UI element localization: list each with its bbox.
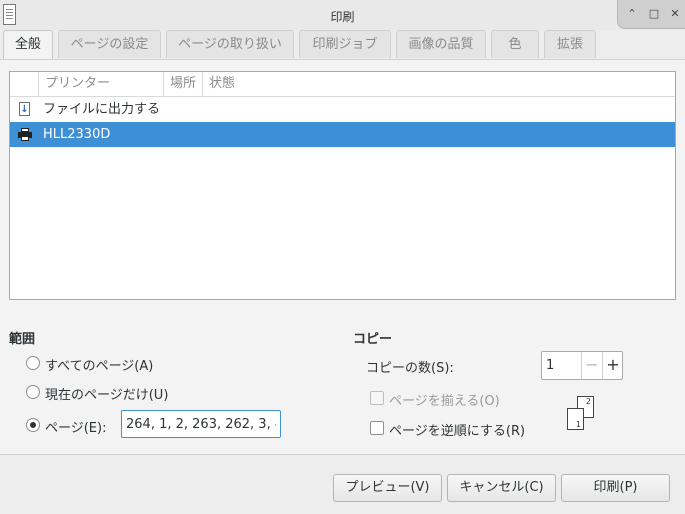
cancel-button[interactable]: キャンセル(C) — [447, 474, 556, 502]
tab-image-quality[interactable]: 画像の品質 — [396, 30, 486, 58]
collate-label: ページを揃える(O) — [389, 394, 500, 409]
sheet-back: 1 — [567, 408, 584, 430]
current-page-radio[interactable] — [26, 385, 40, 399]
tab-color[interactable]: 色 — [491, 30, 539, 58]
copies-section-title: コピー — [353, 332, 393, 347]
title-bar: 印刷 ⌃ □ ✕ — [0, 0, 685, 30]
pages-radio[interactable] — [26, 418, 40, 432]
preview-button[interactable]: プレビュー(V) — [333, 474, 442, 502]
reverse-label[interactable]: ページを逆順にする(R) — [389, 420, 525, 439]
window-controls: ⌃ □ ✕ — [617, 0, 685, 29]
pages-label[interactable]: ページ(E): — [45, 417, 106, 436]
copies-count-value[interactable]: 1 — [546, 352, 554, 379]
printer-list[interactable]: プリンター 場所 状態 ファイルに出力する HLL2330D — [9, 71, 676, 300]
tab-general[interactable]: 全般 — [3, 30, 53, 60]
collate-checkbox[interactable] — [370, 391, 384, 405]
column-header-printer[interactable]: プリンター — [45, 72, 110, 96]
print-button[interactable]: 印刷(P) — [561, 474, 670, 502]
increment-button[interactable]: + — [602, 352, 623, 379]
tab-advanced[interactable]: 拡張 — [544, 30, 596, 58]
column-header-status[interactable]: 状態 — [209, 72, 235, 96]
printer-icon — [18, 128, 32, 141]
printer-list-header: プリンター 場所 状態 — [10, 72, 675, 97]
current-page-label[interactable]: 現在のページだけ(U) — [45, 384, 168, 403]
printer-name: HLL2330D — [43, 127, 111, 142]
column-separator — [202, 72, 203, 96]
printer-row-hll2330d[interactable]: HLL2330D — [10, 122, 675, 147]
tab-page-setup[interactable]: ページの設定 — [58, 30, 161, 58]
pages-input[interactable] — [121, 410, 281, 438]
close-icon[interactable]: ✕ — [668, 7, 682, 21]
printer-name: ファイルに出力する — [43, 102, 161, 117]
column-separator — [163, 72, 164, 96]
tab-print-job[interactable]: 印刷ジョブ — [299, 30, 391, 58]
all-pages-radio[interactable] — [26, 356, 40, 370]
copies-count-label: コピーの数(S): — [366, 361, 454, 376]
printer-row-file[interactable]: ファイルに出力する — [10, 97, 675, 122]
copies-spinner[interactable]: 1 − + — [541, 351, 623, 380]
reverse-checkbox[interactable] — [370, 421, 384, 435]
range-section-title: 範囲 — [9, 332, 36, 347]
chevron-up-icon[interactable]: ⌃ — [625, 7, 639, 21]
tab-page-handling[interactable]: ページの取り扱い — [166, 30, 294, 58]
column-separator — [38, 72, 39, 96]
tab-bar: 全般 ページの設定 ページの取り扱い 印刷ジョブ 画像の品質 色 拡張 — [0, 29, 685, 60]
decrement-button[interactable]: − — [581, 352, 602, 379]
window-title: 印刷 — [330, 10, 355, 24]
all-pages-label[interactable]: すべてのページ(A) — [45, 355, 153, 374]
save-to-file-icon — [19, 97, 30, 122]
column-header-location[interactable]: 場所 — [170, 72, 196, 96]
maximize-icon[interactable]: □ — [647, 7, 661, 21]
collate-preview-icon: 2 1 — [566, 396, 598, 432]
